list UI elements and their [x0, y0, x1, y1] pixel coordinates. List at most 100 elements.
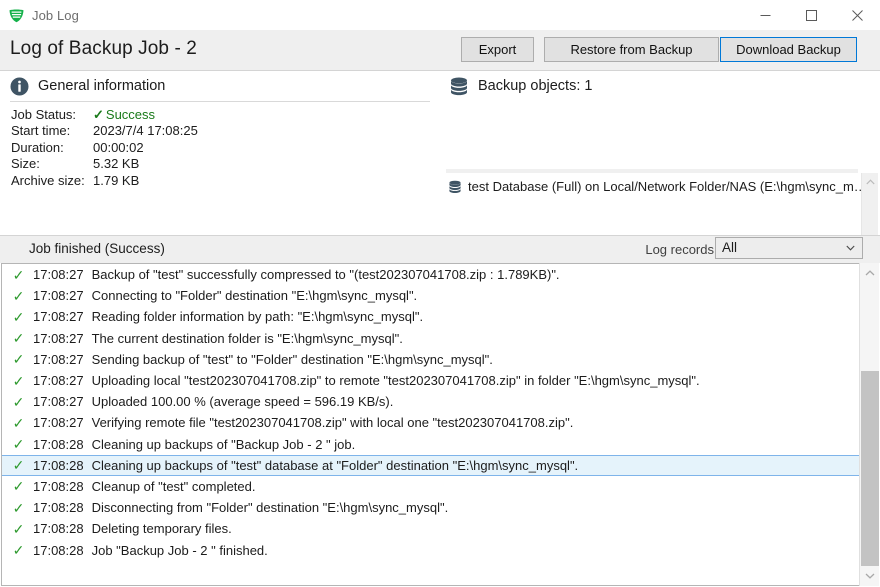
info-value: 00:00:02 [93, 140, 144, 156]
chevron-down-icon[interactable] [860, 567, 879, 585]
log-timestamp: 17:08:28 [33, 500, 84, 515]
backup-object-label: test Database (Full) on Local/Network Fo… [468, 179, 867, 194]
log-message: Cleaning up backups of "Backup Job - 2 "… [92, 437, 356, 452]
job-log-window: Job Log Log of Backup Job - 2 Export Res… [0, 0, 880, 587]
log-timestamp: 17:08:27 [33, 309, 84, 324]
log-row[interactable]: ✓ 17:08:28 Cleanup of "test" completed. [2, 476, 879, 497]
success-check-icon: ✓ [10, 416, 27, 430]
log-row-selected[interactable]: ✓ 17:08:28 Cleaning up backups of "test"… [2, 455, 860, 476]
info-value: 5.32 KB [93, 156, 139, 172]
info-value: 1.79 KB [93, 173, 139, 189]
window-controls [742, 0, 880, 30]
general-information-heading: General information [38, 78, 165, 94]
log-message: Deleting temporary files. [92, 521, 232, 536]
info-row-size: Size: 5.32 KB [11, 156, 198, 172]
log-list-scrollbar[interactable] [859, 263, 879, 586]
restore-from-backup-button[interactable]: Restore from Backup [544, 37, 719, 62]
close-button[interactable] [834, 0, 880, 30]
log-records-list[interactable]: ✓ 17:08:27 Backup of "test" successfully… [1, 263, 879, 586]
log-message: The current destination folder is "E:\hg… [92, 331, 403, 346]
log-row[interactable]: ✓ 17:08:27 Sending backup of "test" to "… [2, 349, 879, 370]
log-message: Connecting to "Folder" destination "E:\h… [92, 288, 418, 303]
info-row-job-status: Job Status: ✓Success [11, 107, 198, 123]
success-check-icon: ✓ [10, 458, 27, 472]
log-row[interactable]: ✓ 17:08:28 Job "Backup Job - 2 " finishe… [2, 539, 879, 560]
info-key: Job Status: [11, 107, 93, 123]
log-row[interactable]: ✓ 17:08:27 Uploaded 100.00 % (average sp… [2, 391, 879, 412]
minimize-button[interactable] [742, 0, 788, 30]
success-check-icon: ✓ [10, 268, 27, 282]
success-check-icon: ✓ [10, 543, 27, 557]
backup-object-list-item[interactable]: test Database (Full) on Local/Network Fo… [447, 179, 867, 194]
success-check-icon: ✓ [10, 352, 27, 366]
log-message: Sending backup of "test" to "Folder" des… [92, 352, 493, 367]
database-icon [447, 179, 462, 194]
log-message: Cleaning up backups of "test" database a… [92, 458, 579, 473]
header-bar: Log of Backup Job - 2 Export Restore fro… [0, 30, 880, 71]
general-information-header: General information [0, 71, 440, 101]
success-check-icon: ✓ [10, 289, 27, 303]
info-icon [9, 76, 29, 96]
log-row[interactable]: ✓ 17:08:27 Verifying remote file "test20… [2, 412, 879, 433]
chevron-up-icon[interactable] [862, 173, 879, 190]
job-status-text: Job finished (Success) [29, 241, 165, 256]
log-message: Verifying remote file "test202307041708.… [92, 415, 574, 430]
success-check-icon: ✓ [10, 331, 27, 345]
export-button[interactable]: Export [461, 37, 534, 62]
title-bar: Job Log [0, 0, 880, 30]
log-row[interactable]: ✓ 17:08:27 Backup of "test" successfully… [2, 264, 879, 285]
log-timestamp: 17:08:27 [33, 267, 84, 282]
log-message: Cleanup of "test" completed. [92, 479, 256, 494]
backup-objects-header: Backup objects: 1 [440, 71, 880, 101]
log-message: Uploading local "test202307041708.zip" t… [92, 373, 700, 388]
success-check-icon: ✓ [93, 107, 104, 123]
info-key: Start time: [11, 123, 93, 139]
success-check-icon: ✓ [10, 310, 27, 324]
log-timestamp: 17:08:28 [33, 479, 84, 494]
log-row[interactable]: ✓ 17:08:27 Reading folder information by… [2, 306, 879, 327]
general-information-list: Job Status: ✓Success Start time: 2023/7/… [11, 107, 198, 189]
log-timestamp: 17:08:27 [33, 394, 84, 409]
log-timestamp: 17:08:28 [33, 458, 84, 473]
success-check-icon: ✓ [10, 374, 27, 388]
status-badge: Success [106, 107, 155, 122]
log-timestamp: 17:08:27 [33, 373, 84, 388]
log-timestamp: 17:08:27 [33, 415, 84, 430]
info-key: Duration: [11, 140, 93, 156]
info-key: Size: [11, 156, 93, 172]
log-message: Reading folder information by path: "E:\… [92, 309, 424, 324]
success-check-icon: ✓ [10, 395, 27, 409]
window-title: Job Log [32, 8, 79, 23]
log-records-filter-select[interactable]: All [715, 237, 863, 259]
backup-objects-hscrollbar[interactable] [446, 169, 858, 173]
scrollbar-thumb[interactable] [861, 371, 879, 566]
log-message: Backup of "test" successfully compressed… [92, 267, 560, 282]
chevron-down-icon [846, 242, 855, 254]
log-timestamp: 17:08:28 [33, 437, 84, 452]
log-timestamp: 17:08:28 [33, 521, 84, 536]
success-check-icon: ✓ [10, 479, 27, 493]
log-row[interactable]: ✓ 17:08:28 Deleting temporary files. [2, 518, 879, 539]
chevron-up-icon[interactable] [860, 264, 879, 282]
log-row[interactable]: ✓ 17:08:27 The current destination folde… [2, 328, 879, 349]
log-row[interactable]: ✓ 17:08:27 Uploading local "test20230704… [2, 370, 879, 391]
maximize-button[interactable] [788, 0, 834, 30]
log-row[interactable]: ✓ 17:08:27 Connecting to "Folder" destin… [2, 285, 879, 306]
log-timestamp: 17:08:27 [33, 288, 84, 303]
backup-objects-heading: Backup objects: 1 [478, 78, 592, 94]
info-row-archive-size: Archive size: 1.79 KB [11, 173, 198, 189]
log-message: Job "Backup Job - 2 " finished. [92, 543, 268, 558]
success-check-icon: ✓ [10, 522, 27, 536]
page-title: Log of Backup Job - 2 [10, 38, 197, 60]
log-row[interactable]: ✓ 17:08:28 Disconnecting from "Folder" d… [2, 497, 879, 518]
info-row-duration: Duration: 00:00:02 [11, 140, 198, 156]
log-message: Disconnecting from "Folder" destination … [92, 500, 449, 515]
shield-icon [7, 6, 25, 24]
log-timestamp: 17:08:28 [33, 543, 84, 558]
log-row[interactable]: ✓ 17:08:28 Cleaning up backups of "Backu… [2, 434, 879, 455]
database-icon [449, 76, 469, 96]
summary-panes: General information Job Status: ✓Success… [0, 71, 880, 235]
info-row-start-time: Start time: 2023/7/4 17:08:25 [11, 123, 198, 139]
info-value-status: ✓Success [93, 107, 155, 123]
download-backup-button[interactable]: Download Backup [720, 37, 857, 62]
